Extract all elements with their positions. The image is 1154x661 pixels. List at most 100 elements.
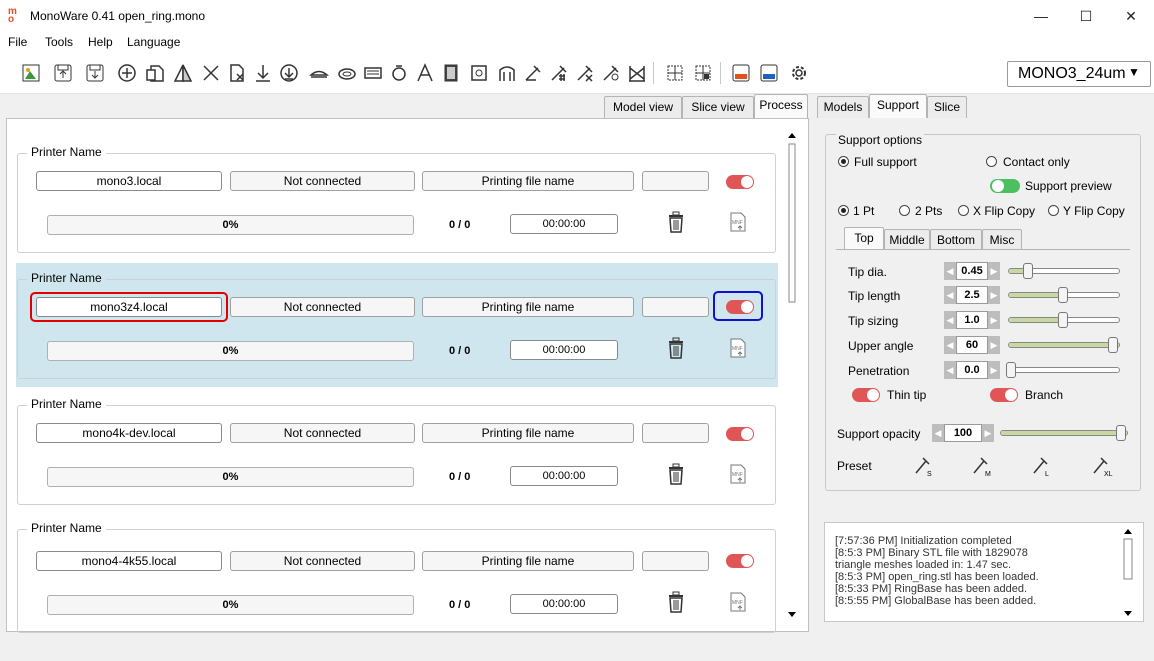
- tab-model-view[interactable]: Model view: [604, 96, 682, 118]
- base-icon[interactable]: [306, 60, 332, 86]
- support-opacity-input[interactable]: 100: [944, 424, 982, 442]
- increment-icon[interactable]: ▶: [982, 424, 994, 442]
- tab-support[interactable]: Support: [869, 94, 927, 118]
- y-flip-radio[interactable]: [1048, 205, 1059, 216]
- tab-models[interactable]: Models: [817, 96, 869, 118]
- close-button[interactable]: ✕: [1108, 0, 1154, 32]
- hollow-icon[interactable]: [386, 60, 412, 86]
- support-preview-toggle[interactable]: [990, 179, 1020, 193]
- subtab-top[interactable]: Top: [844, 227, 884, 249]
- tip-sizing-input[interactable]: 1.0: [956, 311, 988, 329]
- branch-toggle[interactable]: [990, 388, 1018, 402]
- text-icon[interactable]: [412, 60, 438, 86]
- subtab-middle[interactable]: Middle: [884, 229, 930, 249]
- printer-enable-toggle[interactable]: [726, 554, 754, 568]
- add-icon[interactable]: [114, 60, 140, 86]
- decrement-icon[interactable]: ◀: [944, 361, 956, 379]
- drop-to-plate-icon[interactable]: [250, 60, 276, 86]
- increment-icon[interactable]: ▶: [988, 262, 1000, 280]
- slider-handle[interactable]: [1058, 287, 1068, 303]
- increment-icon[interactable]: ▶: [988, 361, 1000, 379]
- open-project-icon[interactable]: [50, 60, 76, 86]
- tip-dia-input[interactable]: 0.45: [956, 262, 988, 280]
- upload-mnf-icon[interactable]: MNF: [729, 337, 747, 359]
- grid-support-icon[interactable]: [546, 60, 572, 86]
- preset-small-icon[interactable]: S: [914, 455, 934, 477]
- remove-support-icon[interactable]: [572, 60, 598, 86]
- decrement-icon[interactable]: ◀: [944, 262, 956, 280]
- decrement-icon[interactable]: ◀: [944, 311, 956, 329]
- arrange-icon[interactable]: [690, 60, 716, 86]
- slider-handle[interactable]: [1023, 263, 1033, 279]
- minimize-button[interactable]: —: [1018, 0, 1064, 32]
- x-flip-radio[interactable]: [958, 205, 969, 216]
- printer-list-scrollbar[interactable]: [787, 130, 797, 622]
- preset-xl-icon[interactable]: XL: [1092, 455, 1114, 477]
- save-project-icon[interactable]: [82, 60, 108, 86]
- mirror-icon[interactable]: [170, 60, 196, 86]
- printer-host-field[interactable]: mono4k-dev.local: [36, 423, 222, 443]
- export-mnf-icon[interactable]: [728, 60, 754, 86]
- trash-icon[interactable]: [667, 591, 685, 613]
- printer-host-field[interactable]: mono3.local: [36, 171, 222, 191]
- tip-length-input[interactable]: 2.5: [956, 286, 988, 304]
- one-point-radio[interactable]: [838, 205, 849, 216]
- trash-icon[interactable]: [667, 337, 685, 359]
- menu-file[interactable]: File: [8, 35, 27, 49]
- penetration-input[interactable]: 0.0: [956, 361, 988, 379]
- maximize-button[interactable]: ☐: [1063, 0, 1109, 32]
- decrement-icon[interactable]: ◀: [944, 336, 956, 354]
- layout-icon[interactable]: [662, 60, 688, 86]
- log-scrollbar[interactable]: [1121, 525, 1135, 621]
- printer-enable-toggle[interactable]: [726, 427, 754, 441]
- upload-mnf-icon[interactable]: MNF: [729, 591, 747, 613]
- upload-mnf-icon[interactable]: MNF: [729, 211, 747, 233]
- decrement-icon[interactable]: ◀: [944, 286, 956, 304]
- delete-selection-icon[interactable]: [224, 60, 250, 86]
- edit-support-icon[interactable]: [598, 60, 624, 86]
- contact-only-radio[interactable]: [986, 156, 997, 167]
- tab-slice[interactable]: Slice: [927, 96, 967, 118]
- send-mnf-icon[interactable]: [756, 60, 782, 86]
- support-opacity-slider[interactable]: [1000, 430, 1128, 436]
- full-support-radio[interactable]: [838, 156, 849, 167]
- ring-base-icon[interactable]: [334, 60, 360, 86]
- layer-icon[interactable]: [438, 60, 464, 86]
- subtab-misc[interactable]: Misc: [982, 229, 1022, 249]
- upper-angle-input[interactable]: 60: [956, 336, 988, 354]
- increment-icon[interactable]: ▶: [988, 336, 1000, 354]
- subtab-bottom[interactable]: Bottom: [930, 229, 982, 249]
- penetration-slider[interactable]: [1008, 367, 1120, 373]
- trash-icon[interactable]: [667, 211, 685, 233]
- delete-model-icon[interactable]: [198, 60, 224, 86]
- auto-support-icon[interactable]: [520, 60, 546, 86]
- arch-support-icon[interactable]: [494, 60, 520, 86]
- plate-icon[interactable]: [360, 60, 386, 86]
- menu-language[interactable]: Language: [127, 35, 180, 49]
- settings-gear-icon[interactable]: [786, 60, 812, 86]
- printer-host-field[interactable]: mono4-4k55.local: [36, 551, 222, 571]
- two-points-radio[interactable]: [899, 205, 910, 216]
- trash-icon[interactable]: [667, 463, 685, 485]
- menu-tools[interactable]: Tools: [45, 35, 73, 49]
- upload-mnf-icon[interactable]: MNF: [729, 463, 747, 485]
- preset-medium-icon[interactable]: M: [972, 455, 992, 477]
- frame-icon[interactable]: [466, 60, 492, 86]
- download-circle-icon[interactable]: [276, 60, 302, 86]
- copy-icon[interactable]: [142, 60, 168, 86]
- increment-icon[interactable]: ▶: [988, 311, 1000, 329]
- slider-handle[interactable]: [1006, 362, 1016, 378]
- scaffold-icon[interactable]: [624, 60, 650, 86]
- slider-handle[interactable]: [1116, 425, 1126, 441]
- increment-icon[interactable]: ▶: [988, 286, 1000, 304]
- tab-process[interactable]: Process: [754, 94, 808, 118]
- upper-angle-slider[interactable]: [1008, 342, 1120, 348]
- slider-handle[interactable]: [1058, 312, 1068, 328]
- thin-tip-toggle[interactable]: [852, 388, 880, 402]
- menu-help[interactable]: Help: [88, 35, 113, 49]
- decrement-icon[interactable]: ◀: [932, 424, 944, 442]
- slider-handle[interactable]: [1108, 337, 1118, 353]
- printer-enable-toggle[interactable]: [726, 175, 754, 189]
- preset-large-icon[interactable]: L: [1032, 455, 1052, 477]
- open-model-icon[interactable]: [18, 60, 44, 86]
